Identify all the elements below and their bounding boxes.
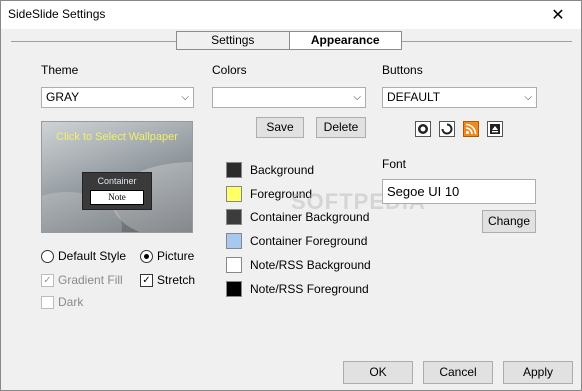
color-swatch[interactable]	[226, 162, 242, 178]
note-preview: Note	[90, 190, 144, 205]
refresh-icon[interactable]	[439, 121, 455, 137]
gradient-fill-checkbox[interactable]: ✓ Gradient Fill	[41, 273, 123, 287]
change-font-button[interactable]: Change	[482, 210, 536, 233]
picture-radio[interactable]: Picture	[140, 249, 194, 263]
chevron-down-icon: ⌵	[524, 92, 532, 103]
colors-dropdown[interactable]: ⌵	[212, 87, 366, 108]
radio-unselected-icon	[41, 249, 54, 263]
font-field[interactable]: Segoe UI 10	[382, 179, 536, 204]
container-preview: Container Note	[82, 172, 152, 210]
tab-settings[interactable]: Settings	[177, 32, 290, 49]
radio-selected-icon	[140, 249, 153, 263]
buttons-dropdown[interactable]: DEFAULT ⌵	[382, 87, 537, 108]
checkbox-empty-icon	[41, 295, 54, 309]
color-row-label: Background	[250, 163, 315, 177]
color-row[interactable]: Note/RSS Foreground	[226, 281, 369, 297]
checkmark-icon: ✓	[41, 273, 54, 287]
settings-window: SideSlide Settings ✕ Settings Appearance…	[0, 0, 582, 391]
title-bar: SideSlide Settings ✕	[1, 1, 581, 29]
stretch-checkbox[interactable]: ✓ Stretch	[140, 273, 195, 287]
close-button[interactable]: ✕	[535, 1, 581, 29]
eject-icon[interactable]	[487, 121, 503, 137]
color-swatch[interactable]	[226, 257, 242, 273]
color-swatch[interactable]	[226, 281, 242, 297]
color-swatch[interactable]	[226, 186, 242, 202]
ok-button[interactable]: OK	[343, 361, 413, 384]
cancel-button[interactable]: Cancel	[423, 361, 493, 384]
theme-dropdown[interactable]: GRAY ⌵	[41, 87, 194, 108]
wallpaper-hint: Click to Select Wallpaper	[56, 131, 178, 143]
color-row[interactable]: Container Foreground	[226, 233, 367, 249]
color-row-label: Note/RSS Background	[250, 258, 371, 272]
font-label: Font	[382, 157, 407, 171]
window-title: SideSlide Settings	[8, 7, 106, 21]
chevron-down-icon: ⌵	[353, 92, 361, 103]
tab-appearance[interactable]: Appearance	[289, 32, 401, 49]
color-row[interactable]: Note/RSS Background	[226, 257, 371, 273]
picture-label: Picture	[157, 249, 195, 263]
default-style-label: Default Style	[58, 249, 127, 263]
colors-label: Colors	[212, 63, 247, 77]
gradient-fill-label: Gradient Fill	[58, 273, 123, 287]
wallpaper-preview[interactable]: Click to Select Wallpaper Container Note	[41, 121, 193, 233]
tab-divider-left	[11, 41, 176, 42]
color-swatch[interactable]	[226, 233, 242, 249]
close-icon: ✕	[551, 7, 565, 24]
delete-button[interactable]: Delete	[316, 117, 366, 138]
dark-checkbox[interactable]: Dark	[41, 295, 83, 309]
checkmark-icon: ✓	[140, 273, 153, 287]
save-button[interactable]: Save	[256, 117, 304, 138]
theme-label: Theme	[41, 63, 79, 77]
dark-label: Dark	[58, 295, 84, 309]
buttons-label: Buttons	[382, 63, 423, 77]
color-row-label: Container Foreground	[250, 234, 368, 248]
record-icon[interactable]	[415, 121, 431, 137]
chevron-down-icon: ⌵	[181, 92, 189, 103]
apply-button[interactable]: Apply	[503, 361, 573, 384]
container-preview-label: Container	[97, 176, 137, 186]
default-style-radio[interactable]: Default Style	[41, 249, 126, 263]
color-swatch[interactable]	[226, 209, 242, 225]
color-row-label: Note/RSS Foreground	[250, 282, 369, 296]
tab-bar: Settings Appearance	[176, 31, 402, 50]
theme-selected-value: GRAY	[46, 90, 80, 104]
tab-divider-right	[402, 41, 572, 42]
color-row[interactable]: Background	[226, 162, 314, 178]
stretch-label: Stretch	[157, 273, 196, 287]
buttons-selected-value: DEFAULT	[387, 90, 441, 104]
rss-icon[interactable]	[463, 121, 479, 137]
